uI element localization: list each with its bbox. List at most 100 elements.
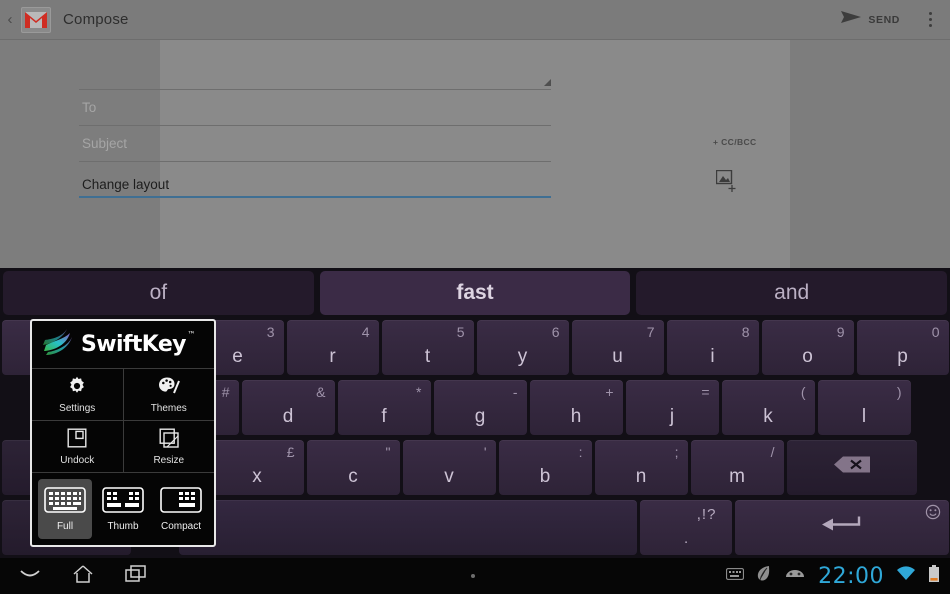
- key-l[interactable]: ) l: [818, 380, 911, 435]
- layout-option-label: Compact: [161, 521, 201, 532]
- body-text: Change layout: [79, 177, 169, 192]
- popup-item-label: Undock: [60, 455, 94, 466]
- wifi-icon[interactable]: [896, 566, 916, 587]
- key-sub-label: ,!?: [697, 506, 717, 523]
- key-p[interactable]: 0 p: [857, 320, 949, 375]
- overflow-menu-icon[interactable]: [916, 4, 944, 36]
- undock-icon: [67, 428, 87, 453]
- popup-item-settings[interactable]: Settings: [32, 369, 123, 420]
- layout-option-full[interactable]: Full: [38, 479, 92, 539]
- status-icons: 22:00: [726, 564, 950, 589]
- key-label: t: [382, 346, 474, 368]
- key-label: j: [626, 406, 719, 428]
- from-row[interactable]: [79, 58, 551, 90]
- page-title: Compose: [63, 11, 129, 28]
- key-t[interactable]: 5 t: [382, 320, 474, 375]
- backspace-icon: [787, 455, 917, 480]
- body-field[interactable]: Change layout: [79, 162, 551, 198]
- key-g[interactable]: - g: [434, 380, 527, 435]
- back-chevron-icon[interactable]: ‹: [2, 12, 18, 27]
- key-u[interactable]: 7 u: [572, 320, 664, 375]
- key-label: .: [640, 530, 733, 547]
- key-c[interactable]: " c: [307, 440, 400, 495]
- keyboard-full-icon: [44, 487, 86, 518]
- key-o[interactable]: 9 o: [762, 320, 854, 375]
- keyboard-thumb-icon: [102, 487, 144, 518]
- key-sub-label: *: [416, 384, 421, 400]
- key-enter[interactable]: [735, 500, 948, 555]
- subject-field[interactable]: Subject: [79, 126, 551, 162]
- prediction-candidate[interactable]: and: [636, 271, 947, 315]
- swiftkey-wordmark: SwiftKey™: [81, 332, 186, 357]
- home-icon[interactable]: [72, 564, 94, 589]
- swiftkey-popup-menu: SwiftKey™ Settings: [30, 319, 216, 547]
- key-label: f: [338, 406, 431, 428]
- key-label: u: [572, 346, 664, 368]
- resize-icon: [159, 428, 179, 453]
- app-bar: ‹ Compose SEND: [0, 0, 950, 40]
- leaf-icon[interactable]: [756, 565, 772, 588]
- cc-bcc-button[interactable]: + CC/BCC: [713, 137, 757, 147]
- key-k[interactable]: ( k: [722, 380, 815, 435]
- key-label: k: [722, 406, 815, 428]
- popup-item-undock[interactable]: Undock: [32, 421, 123, 472]
- key-sub-label: 6: [552, 324, 560, 340]
- key-label: r: [287, 346, 379, 368]
- app-bar-actions: SEND: [830, 4, 950, 36]
- popup-row-undock-resize: Undock Resize: [32, 421, 214, 473]
- key-y[interactable]: 6 y: [477, 320, 569, 375]
- key-sub-label: :: [579, 444, 583, 460]
- key-x[interactable]: £ x: [211, 440, 304, 495]
- popup-item-themes[interactable]: Themes: [123, 369, 215, 420]
- battery-icon[interactable]: [928, 565, 940, 588]
- status-clock: 22:00: [818, 564, 884, 589]
- key-m[interactable]: / m: [691, 440, 784, 495]
- key-f[interactable]: * f: [338, 380, 431, 435]
- key-i[interactable]: 8 i: [667, 320, 759, 375]
- to-field[interactable]: To: [79, 90, 551, 126]
- key-j[interactable]: = j: [626, 380, 719, 435]
- cyanogenmod-icon[interactable]: [784, 567, 806, 586]
- key-backspace[interactable]: [787, 440, 917, 495]
- subject-placeholder: Subject: [79, 136, 127, 151]
- keyboard-status-icon[interactable]: [726, 567, 744, 585]
- key-r[interactable]: 4 r: [287, 320, 379, 375]
- layout-option-compact[interactable]: Compact: [154, 479, 208, 539]
- compose-content: To Subject Change layout + CC/BCC: [0, 40, 950, 268]
- popup-item-label: Themes: [151, 403, 187, 414]
- key-sub-label: +: [605, 384, 613, 400]
- key-d[interactable]: & d: [242, 380, 335, 435]
- prediction-candidate[interactable]: of: [3, 271, 314, 315]
- key-b[interactable]: : b: [499, 440, 592, 495]
- insert-image-icon[interactable]: [716, 170, 738, 192]
- layout-option-thumb[interactable]: Thumb: [96, 479, 150, 539]
- key-space[interactable]: [179, 500, 637, 555]
- key-sub-label: (: [801, 384, 806, 400]
- prediction-candidate[interactable]: fast: [320, 271, 631, 315]
- key-punctuation[interactable]: ,!? .: [640, 500, 733, 555]
- nav-buttons: [0, 564, 148, 589]
- key-v[interactable]: ' v: [403, 440, 496, 495]
- chevron-down-icon[interactable]: [18, 566, 42, 587]
- key-label: n: [595, 466, 688, 488]
- key-sub-label: ;: [675, 444, 679, 460]
- key-label: y: [477, 346, 569, 368]
- palette-icon: [158, 376, 180, 401]
- key-n[interactable]: ; n: [595, 440, 688, 495]
- key-h[interactable]: + h: [530, 380, 623, 435]
- popup-item-resize[interactable]: Resize: [123, 421, 215, 472]
- key-sub-label: ): [897, 384, 902, 400]
- key-sub-label: ": [386, 444, 391, 460]
- expand-caret-icon[interactable]: [544, 79, 551, 86]
- key-label: x: [211, 466, 304, 488]
- to-placeholder: To: [79, 100, 96, 115]
- key-sub-label: 8: [742, 324, 750, 340]
- recent-apps-icon[interactable]: [124, 564, 148, 589]
- key-label: b: [499, 466, 592, 488]
- gmail-icon[interactable]: [21, 7, 51, 33]
- compose-form: To Subject Change layout: [79, 58, 551, 198]
- tablet-screen: ‹ Compose SEND: [0, 0, 950, 594]
- send-button[interactable]: SEND: [830, 4, 910, 35]
- key-sub-label: -: [513, 384, 518, 400]
- key-sub-label: /: [771, 444, 775, 460]
